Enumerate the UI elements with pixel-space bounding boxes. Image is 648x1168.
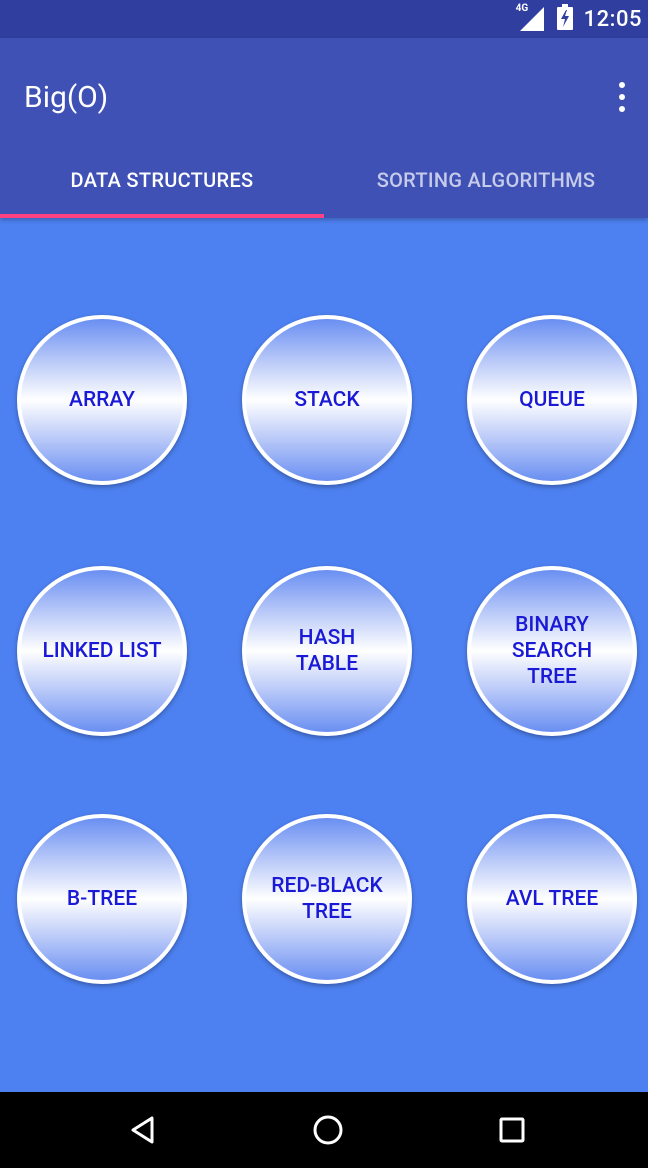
button-label: ARRAY <box>69 388 135 412</box>
more-vertical-icon[interactable] <box>612 82 632 112</box>
button-label: STACK <box>294 388 360 412</box>
tab-label: DATA STRUCTURES <box>70 168 254 192</box>
app-title: Big(O) <box>24 80 109 115</box>
status-bar: 4G 12:05 <box>0 0 648 38</box>
red-black-tree-button[interactable]: RED-BLACK TREE <box>242 814 412 984</box>
tab-data-structures[interactable]: DATA STRUCTURES <box>0 142 324 218</box>
recents-square-icon[interactable] <box>488 1106 536 1154</box>
stack-button[interactable]: STACK <box>242 315 412 485</box>
navigation-bar <box>0 1092 648 1168</box>
button-label: AVL TREE <box>505 887 599 911</box>
tab-sorting-algorithms[interactable]: SORTING ALGORITHMS <box>324 142 648 218</box>
app-bar: Big(O) DATA STRUCTURES SORTING ALGORITHM… <box>0 38 648 218</box>
button-label: QUEUE <box>519 388 585 412</box>
array-button[interactable]: ARRAY <box>17 315 187 485</box>
status-icons: 4G 12:05 <box>515 0 642 38</box>
tab-label: SORTING ALGORITHMS <box>376 168 596 192</box>
cell-signal-icon: 4G <box>515 3 546 33</box>
binary-search-tree-button[interactable]: BINARY SEARCH TREE <box>467 566 637 736</box>
data-structures-grid: ARRAY STACK QUEUE LINKED LIST HASH TABLE… <box>0 218 648 1092</box>
avl-tree-button[interactable]: AVL TREE <box>467 814 637 984</box>
button-label: RED-BLACK TREE <box>271 874 383 924</box>
battery-charging-icon <box>556 3 574 35</box>
network-type-label: 4G <box>515 3 529 14</box>
button-label: BINARY SEARCH TREE <box>511 613 593 689</box>
queue-button[interactable]: QUEUE <box>467 315 637 485</box>
hash-table-button[interactable]: HASH TABLE <box>242 566 412 736</box>
button-label: B-TREE <box>66 887 138 911</box>
linked-list-button[interactable]: LINKED LIST <box>17 566 187 736</box>
button-label: LINKED LIST <box>42 639 162 663</box>
status-time: 12:05 <box>583 6 642 32</box>
b-tree-button[interactable]: B-TREE <box>17 814 187 984</box>
button-label: HASH TABLE <box>295 626 359 676</box>
tab-bar: DATA STRUCTURES SORTING ALGORITHMS <box>0 142 648 218</box>
home-circle-icon[interactable] <box>304 1106 352 1154</box>
back-triangle-icon[interactable] <box>119 1106 167 1154</box>
